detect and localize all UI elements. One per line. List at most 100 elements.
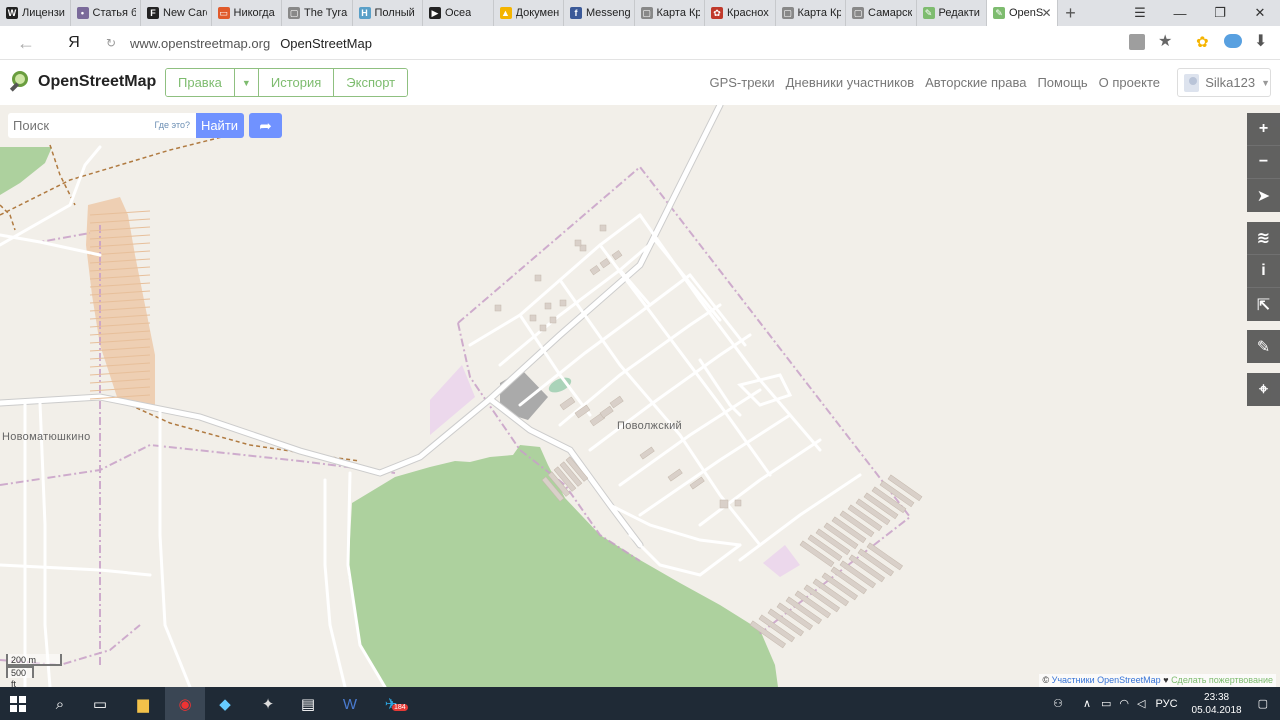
app-icon[interactable]: ◆ — [212, 691, 238, 717]
avatar — [1184, 73, 1200, 92]
osm-header: OpenStreetMap Правка ▼ История Экспорт G… — [0, 60, 1280, 105]
minor-road — [0, 563, 152, 577]
attribution-link[interactable]: Участники OpenStreetMap — [1052, 675, 1161, 685]
clock[interactable]: 23:38 05.04.2018 — [1192, 691, 1242, 717]
export-button[interactable]: Экспорт — [334, 69, 408, 96]
nav-help[interactable]: Помощь — [1037, 75, 1087, 90]
tab-title: OpenS — [1009, 7, 1044, 19]
map-key-button[interactable]: i — [1247, 255, 1280, 288]
volume-icon[interactable]: ◁ — [1137, 697, 1145, 710]
minimize-button[interactable]: — — [1160, 0, 1200, 26]
app-icon[interactable]: ✦ — [255, 691, 281, 717]
system-tray: ⚇ ∧ ▭ ◠ ◁ РУС 23:38 05.04.2018 ▢ — [1053, 687, 1280, 720]
note-control: ✎ — [1247, 330, 1280, 363]
tab-favicon-icon: ▢ — [640, 7, 653, 19]
clock-time: 23:38 — [1204, 691, 1230, 703]
where-is-this-link[interactable]: Где это? — [155, 120, 190, 130]
directions-icon: ➦ — [259, 117, 272, 135]
browser-tab[interactable]: ✎ OpenS ✕ — [987, 0, 1058, 26]
query-features-button[interactable]: ⌖ — [1247, 373, 1280, 406]
battery-icon[interactable]: ▭ — [1101, 697, 1111, 710]
zoom-in-button[interactable]: + — [1247, 113, 1280, 146]
directions-button[interactable]: ➦ — [249, 113, 282, 138]
minor-road — [38, 401, 52, 687]
file-explorer-icon[interactable]: ▆ — [130, 691, 156, 717]
share-button[interactable]: ⇱ — [1247, 288, 1280, 321]
reload-icon[interactable]: ↻ — [100, 36, 122, 50]
search-input[interactable] — [8, 114, 148, 137]
word-icon[interactable]: W — [337, 691, 363, 717]
building — [544, 302, 552, 310]
people-icon[interactable]: ⚇ — [1053, 697, 1063, 710]
windows-taskbar: ⌕ ▭ ▆ ◉ ◆ ✦ ▤ W ✈ 184 ⚇ ∧ ▭ ◠ ◁ РУС 23:38… — [0, 687, 1280, 720]
nav-user-diaries[interactable]: Дневники участников — [786, 75, 915, 90]
new-tab-button[interactable]: + — [1058, 0, 1084, 26]
tab-favicon-icon: f — [570, 7, 582, 19]
menu-icon[interactable]: ☰ — [1120, 0, 1160, 26]
back-button[interactable]: ← — [14, 32, 38, 54]
browser-tab[interactable]: ▶ Ocea — [423, 0, 494, 26]
town-label: Новоматюшкино — [2, 431, 91, 443]
downloads-icon[interactable]: ⬇ — [1254, 31, 1267, 51]
browser-tab[interactable]: ▲ Докумен — [494, 0, 564, 26]
browser-tab[interactable]: ▢ Карта Кр — [776, 0, 846, 26]
edit-button[interactable]: Правка — [166, 69, 235, 96]
map-canvas[interactable]: Где это? Найти ➦ + − ➤ ≋ i ⇱ ✎ ⌖ Новомат… — [0, 105, 1280, 687]
browser-tab[interactable]: f Messeng — [564, 0, 635, 26]
browser-tab-strip: W Лицензи •Статья б F New Card ▭Никогда ▢ The T… — [0, 0, 1280, 26]
language-indicator[interactable]: РУС — [1156, 698, 1178, 710]
wifi-icon[interactable]: ◠ — [1119, 697, 1129, 710]
windows-start-icon[interactable] — [10, 696, 26, 712]
nav-gps-traces[interactable]: GPS-треки — [709, 75, 774, 90]
tab-favicon-icon: ▢ — [288, 7, 300, 19]
close-tab-icon[interactable]: ✕ — [1041, 6, 1051, 20]
cloud-extension-icon[interactable] — [1224, 34, 1242, 48]
url-field[interactable]: ↻ www.openstreetmap.org OpenStreetMap — [100, 30, 1184, 56]
map-attribution: © Участники OpenStreetMap ♥ Сделать поже… — [1039, 674, 1276, 687]
history-button[interactable]: История — [258, 69, 335, 96]
yandex-home-button[interactable]: Я — [62, 32, 86, 54]
yandex-browser-icon[interactable]: ◉ — [172, 691, 198, 717]
browser-tab[interactable]: ▭ Никогда — [212, 0, 282, 26]
layers-button[interactable]: ≋ — [1247, 222, 1280, 255]
browser-tab[interactable]: F New Card — [141, 0, 212, 26]
browser-tab[interactable]: ▢ Карта Кр — [635, 0, 705, 26]
bookmark-star-icon[interactable]: ★ — [1158, 31, 1172, 51]
browser-tab[interactable]: ▢ The Tyran — [282, 0, 353, 26]
nav-about[interactable]: О проекте — [1099, 75, 1160, 90]
browser-tab[interactable]: H Полный — [353, 0, 423, 26]
close-window-button[interactable]: ✕ — [1240, 0, 1280, 26]
protect-icon[interactable] — [1129, 34, 1145, 50]
browser-tab[interactable]: ✿ Краснох — [705, 0, 776, 26]
browser-tab[interactable]: • Статья б — [71, 0, 141, 26]
browser-tab[interactable]: ▢ Самарск — [846, 0, 917, 26]
user-menu-button[interactable]: Silka123 ▼ — [1177, 68, 1271, 97]
tab-favicon-icon: ▲ — [499, 7, 512, 19]
nav-copyright[interactable]: Авторские права — [925, 75, 1026, 90]
document-icon[interactable]: ▤ — [295, 691, 321, 717]
browser-tab[interactable]: W Лицензи — [0, 0, 71, 26]
telegram-icon[interactable]: ✈ 184 — [378, 691, 408, 717]
tray-chevron-icon[interactable]: ∧ — [1083, 697, 1091, 710]
donate-link[interactable]: Сделать пожертвование — [1171, 675, 1273, 685]
tab-title: Messeng — [586, 7, 630, 19]
task-view-icon[interactable]: ▭ — [87, 691, 113, 717]
search-field-wrap: Где это? — [8, 113, 196, 138]
minor-road — [158, 408, 192, 687]
locate-button[interactable]: ➤ — [1247, 179, 1280, 212]
osm-logo[interactable]: OpenStreetMap — [9, 70, 156, 94]
extension-icon[interactable]: ✿ — [1196, 33, 1209, 51]
browser-tab[interactable]: ✎ Редакти — [917, 0, 987, 26]
notifications-icon[interactable]: ▢ — [1258, 697, 1268, 710]
restore-button[interactable]: ❐ — [1200, 0, 1240, 26]
add-note-button[interactable]: ✎ — [1247, 330, 1280, 363]
find-button[interactable]: Найти — [195, 113, 244, 138]
search-icon[interactable]: ⌕ — [47, 691, 73, 717]
clock-date: 05.04.2018 — [1191, 704, 1242, 716]
forest-area-nw — [0, 147, 52, 195]
edit-dropdown-chevron-icon[interactable]: ▼ — [234, 69, 259, 96]
tab-title: Редакти — [938, 7, 980, 19]
zoom-out-button[interactable]: − — [1247, 146, 1280, 179]
tab-title: Карта Кр — [797, 7, 842, 19]
tab-title: Докумен — [515, 7, 560, 19]
